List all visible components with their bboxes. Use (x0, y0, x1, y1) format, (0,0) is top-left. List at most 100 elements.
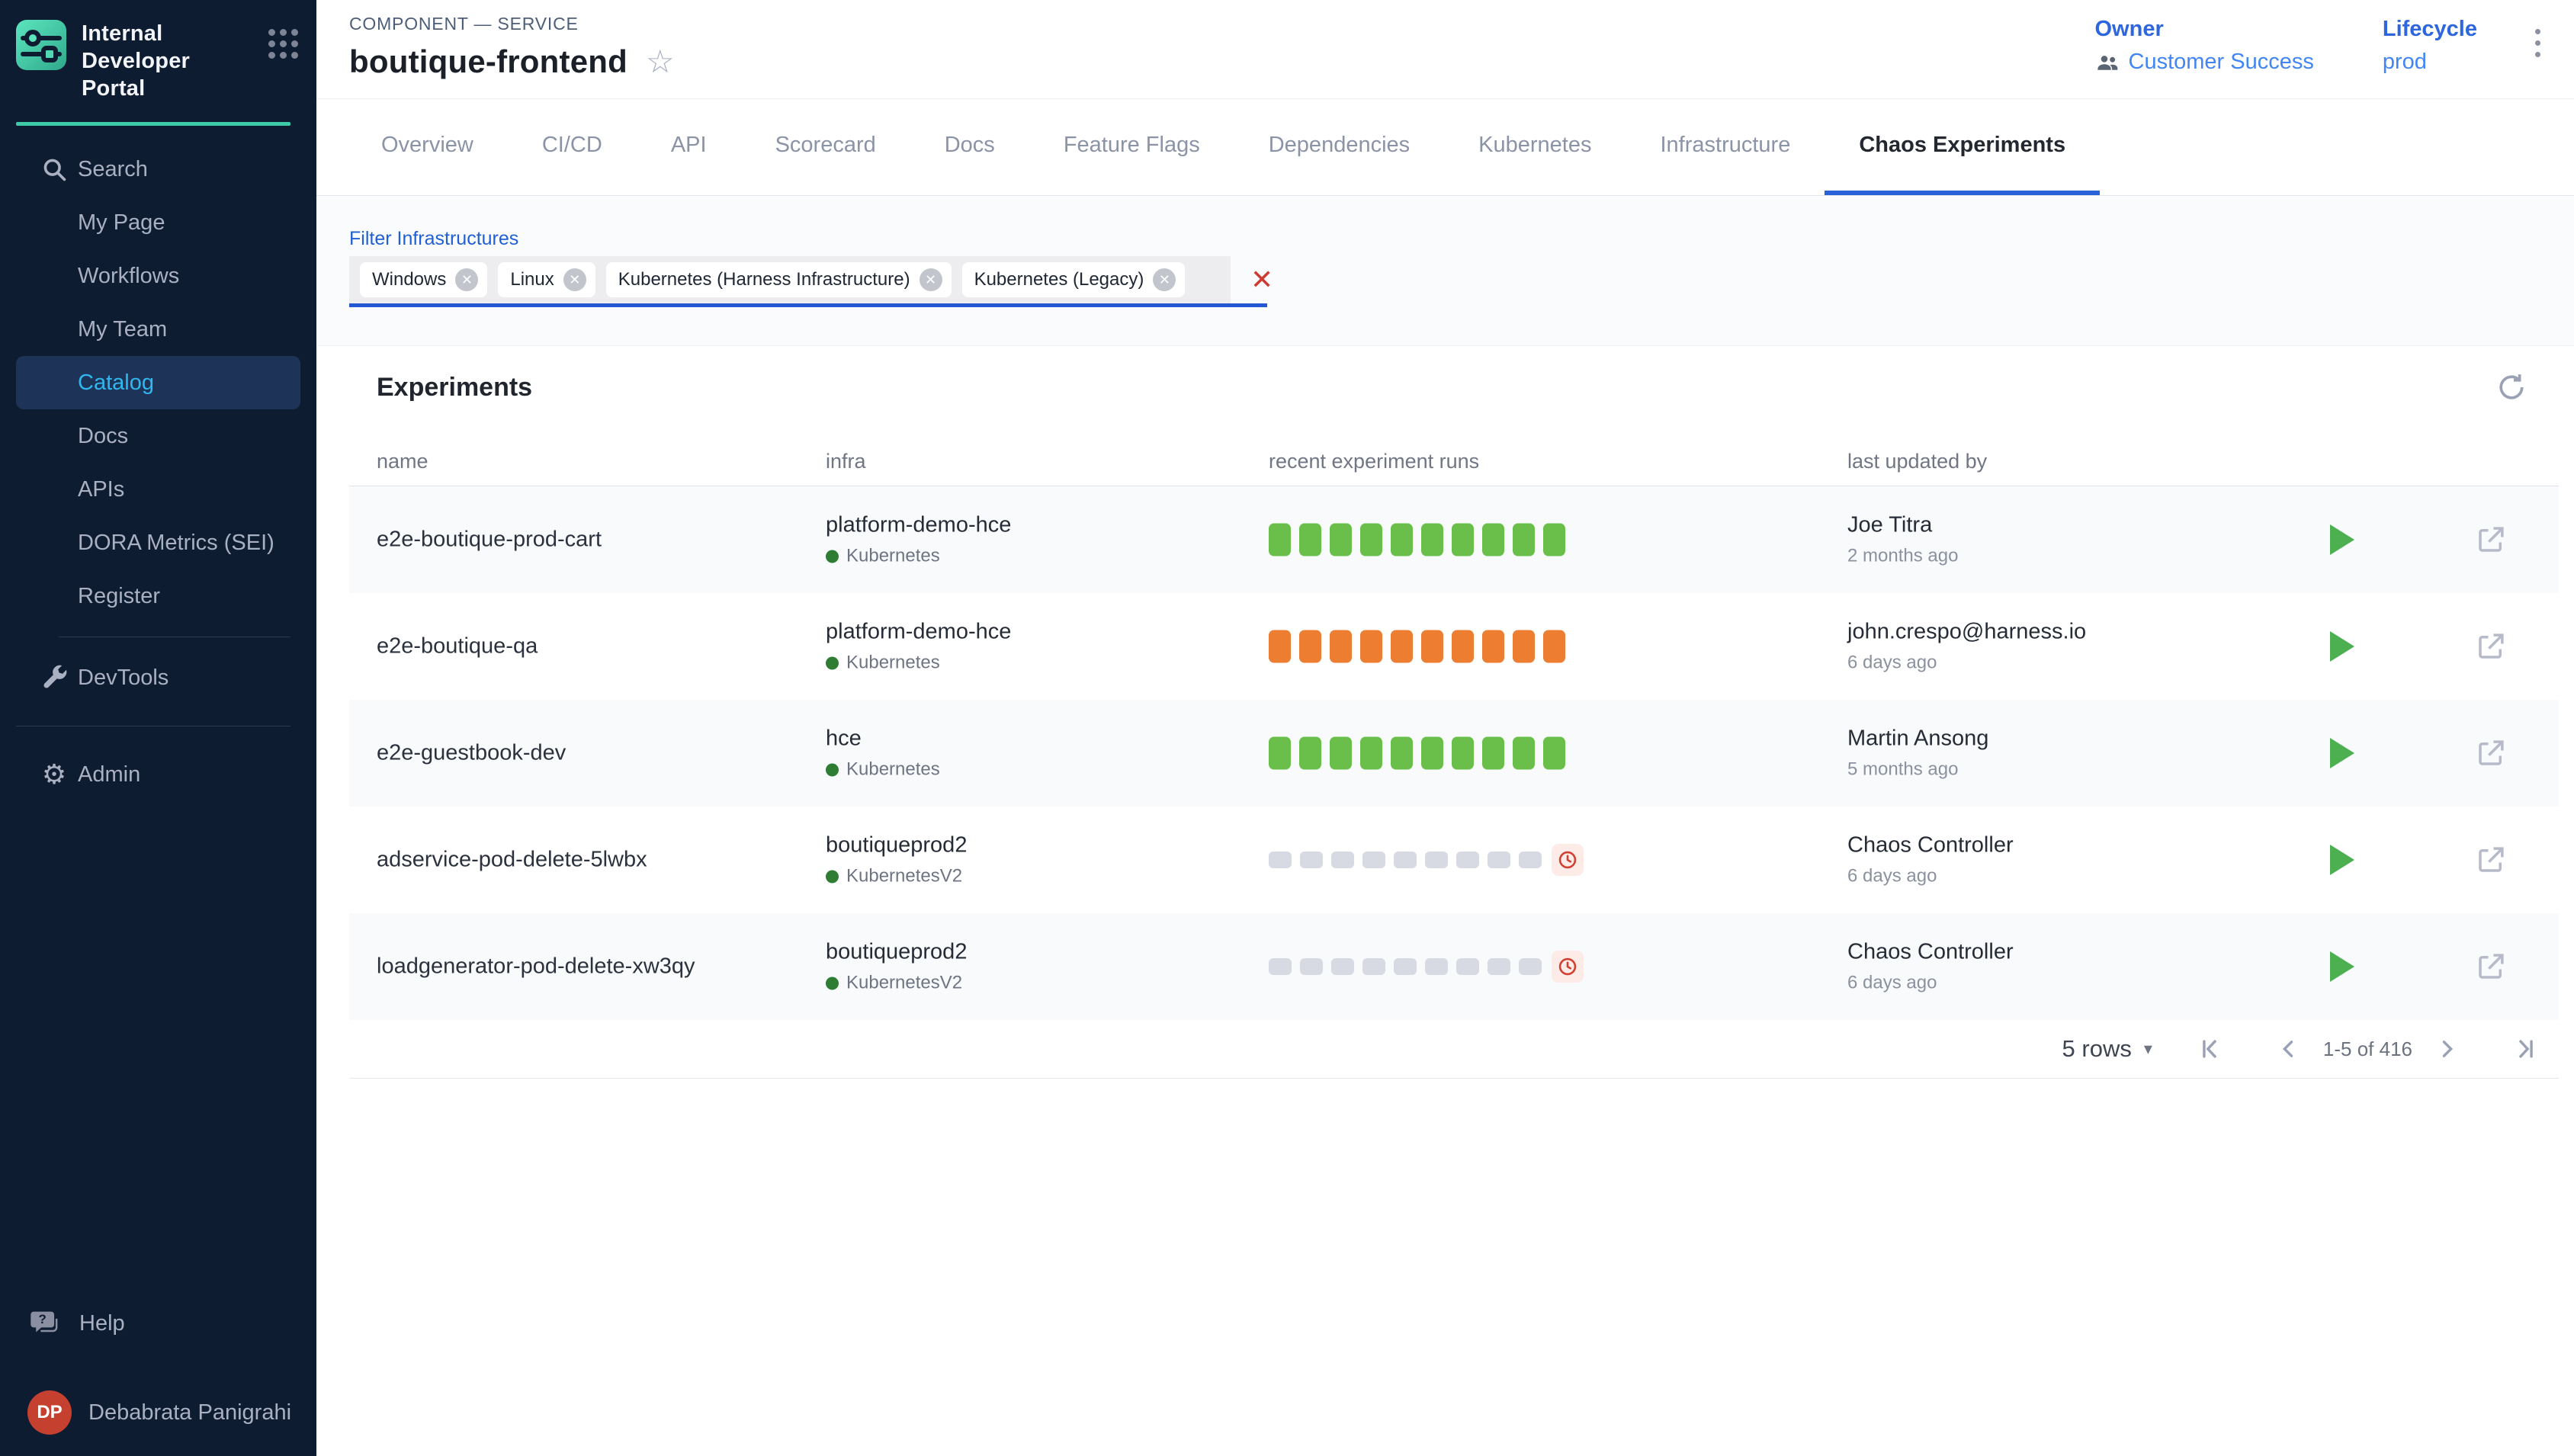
recent-runs (1269, 524, 1565, 556)
refresh-icon[interactable] (2495, 370, 2528, 404)
tab-chaos-experiments[interactable]: Chaos Experiments (1825, 99, 2100, 195)
rows-per-page-value: 5 rows (2062, 1035, 2132, 1063)
apps-grid-icon[interactable] (268, 29, 298, 59)
sidebar-item-apis[interactable]: APIs (0, 463, 316, 516)
run-status-square (1300, 958, 1323, 975)
run-status-square (1421, 524, 1443, 556)
status-dot (826, 550, 839, 563)
pagination-range: 1-5 of 416 (2323, 1037, 2412, 1061)
tab-dependencies[interactable]: Dependencies (1234, 99, 1444, 195)
search-icon (40, 155, 69, 184)
run-experiment-icon[interactable] (2330, 524, 2354, 555)
previous-page-icon[interactable] (2276, 1036, 2302, 1062)
run-status-square (1391, 524, 1413, 556)
open-in-new-icon[interactable] (2475, 951, 2507, 983)
sidebar-item-label: My Team (78, 317, 167, 342)
run-status-square (1299, 630, 1321, 663)
sidebar-item-catalog[interactable]: Catalog (16, 356, 300, 409)
sidebar-item-my-team[interactable]: My Team (0, 303, 316, 356)
chip-remove-icon[interactable]: ✕ (1153, 268, 1176, 291)
sidebar-item-workflows[interactable]: Workflows (0, 249, 316, 303)
tab-api[interactable]: API (637, 99, 741, 195)
run-status-square (1456, 851, 1479, 868)
tab-docs[interactable]: Docs (910, 99, 1029, 195)
tab-kubernetes[interactable]: Kubernetes (1444, 99, 1626, 195)
run-status-square (1482, 524, 1504, 556)
table-row[interactable]: loadgenerator-pod-delete-xw3qy boutiquep… (349, 913, 2559, 1020)
filter-input-underline (349, 303, 1267, 307)
more-options-icon[interactable] (2531, 24, 2545, 62)
sidebar-item-docs[interactable]: Docs (0, 409, 316, 463)
run-status-square (1425, 851, 1448, 868)
tab-cicd[interactable]: CI/CD (508, 99, 637, 195)
run-experiment-icon[interactable] (2330, 631, 2354, 662)
infra-name: boutiqueprod2 (826, 940, 967, 964)
sidebar: Internal Developer Portal Search My Page… (0, 0, 316, 1456)
tab-scorecard[interactable]: Scorecard (741, 99, 910, 195)
run-status-square (1543, 630, 1565, 663)
open-in-new-icon[interactable] (2475, 737, 2507, 769)
updated-by: Martin Ansong (1847, 726, 1988, 752)
chip-remove-icon[interactable]: ✕ (920, 268, 942, 291)
run-status-square (1391, 630, 1413, 663)
table-header-row: name infra recent experiment runs last u… (349, 447, 2559, 486)
sidebar-item-my-page[interactable]: My Page (0, 196, 316, 249)
table-row[interactable]: e2e-guestbook-dev hce Kubernetes Martin … (349, 700, 2559, 807)
run-experiment-icon[interactable] (2330, 738, 2354, 768)
chip-remove-icon[interactable]: ✕ (563, 268, 586, 291)
infra-name: platform-demo-hce (826, 513, 1011, 537)
svg-text:?: ? (39, 1312, 47, 1326)
run-status-square (1425, 958, 1448, 975)
run-status-square (1452, 524, 1474, 556)
open-in-new-icon[interactable] (2475, 630, 2507, 662)
experiments-table: name infra recent experiment runs last u… (349, 447, 2559, 1079)
tab-feature-flags[interactable]: Feature Flags (1029, 99, 1234, 195)
chip-remove-icon[interactable]: ✕ (455, 268, 478, 291)
infrastructure-filter-input[interactable]: Windows ✕ Linux ✕ Kubernetes (Harness In… (349, 256, 1231, 303)
sidebar-item-search[interactable]: Search (0, 143, 316, 196)
run-status-square (1482, 737, 1504, 770)
run-status-square (1519, 958, 1542, 975)
run-status-square (1362, 851, 1385, 868)
run-experiment-icon[interactable] (2330, 951, 2354, 982)
filter-infrastructures-label: Filter Infrastructures (349, 228, 2574, 250)
run-experiment-icon[interactable] (2330, 845, 2354, 875)
recent-runs (1269, 737, 1565, 770)
sidebar-item-register[interactable]: Register (0, 569, 316, 623)
app-title: Internal Developer Portal (66, 20, 249, 102)
run-status-square (1421, 630, 1443, 663)
run-status-square (1360, 630, 1382, 663)
run-status-square (1456, 958, 1479, 975)
run-status-square (1452, 737, 1474, 770)
next-page-icon[interactable] (2434, 1036, 2460, 1062)
chip-label: Linux (510, 269, 554, 290)
owner-link[interactable]: Customer Success (2095, 50, 2314, 75)
open-in-new-icon[interactable] (2475, 844, 2507, 876)
last-page-icon[interactable] (2513, 1036, 2539, 1062)
first-page-icon[interactable] (2197, 1036, 2223, 1062)
page-header: COMPONENT — SERVICE boutique-frontend ☆ … (316, 0, 2574, 99)
tab-overview[interactable]: Overview (347, 99, 508, 195)
gear-icon: ⚙ (40, 760, 69, 789)
table-row[interactable]: adservice-pod-delete-5lwbx boutiqueprod2… (349, 807, 2559, 913)
updated-ago: 2 months ago (1847, 546, 1958, 567)
table-row[interactable]: e2e-boutique-prod-cart platform-demo-hce… (349, 486, 2559, 593)
sidebar-item-admin[interactable]: ⚙ Admin (0, 748, 316, 801)
run-status-square (1391, 737, 1413, 770)
experiment-infra: platform-demo-hce Kubernetes (826, 513, 1011, 567)
open-in-new-icon[interactable] (2475, 524, 2507, 556)
entity-tabs: Overview CI/CD API Scorecard Docs Featur… (316, 99, 2574, 196)
clear-filters-icon[interactable]: ✕ (1250, 266, 1273, 293)
favorite-star-icon[interactable]: ☆ (646, 46, 675, 78)
run-status-square (1543, 737, 1565, 770)
rows-per-page-select[interactable]: 5 rows ▾ (2062, 1035, 2152, 1063)
sidebar-item-dora-metrics[interactable]: DORA Metrics (SEI) (0, 516, 316, 569)
user-profile[interactable]: DP Debabrata Panigrahi (0, 1390, 316, 1435)
table-row[interactable]: e2e-boutique-qa platform-demo-hce Kubern… (349, 593, 2559, 700)
sidebar-nav: Search My Page Workflows My Team Catalog… (0, 143, 316, 623)
help-button[interactable]: ? Help (0, 1299, 316, 1348)
tab-infrastructure[interactable]: Infrastructure (1626, 99, 1825, 195)
harness-idp-logo[interactable] (16, 20, 66, 70)
sidebar-item-devtools[interactable]: DevTools (0, 651, 316, 704)
run-status-square (1482, 630, 1504, 663)
